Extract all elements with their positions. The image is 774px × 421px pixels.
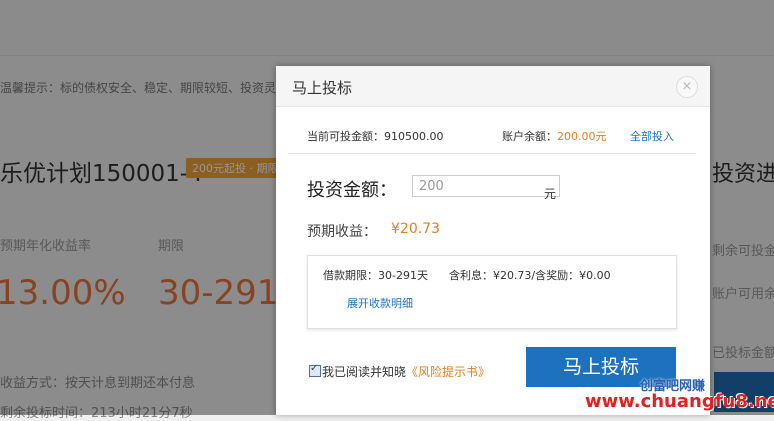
invest-all-link[interactable]: 全部投入 bbox=[630, 128, 674, 144]
dialog-title: 马上投标 bbox=[292, 79, 353, 97]
close-icon[interactable]: × bbox=[676, 76, 698, 98]
invest-dialog: 马上投标 × 当前可投金额：910500.00 账户余额：200.00元 全部投… bbox=[276, 66, 710, 415]
dialog-header: 马上投标 × bbox=[276, 66, 710, 107]
balance-label: 账户余额： bbox=[502, 130, 557, 143]
agree-checkbox[interactable] bbox=[309, 363, 321, 377]
available-value: 910500.00 bbox=[384, 130, 444, 143]
divider bbox=[288, 153, 696, 154]
risk-notice-link[interactable]: 《风险提示书》 bbox=[406, 365, 490, 379]
income-label: 预期收益： bbox=[307, 224, 377, 240]
available-amount: 当前可投金额：910500.00 bbox=[307, 128, 444, 144]
amount-input[interactable] bbox=[412, 175, 560, 197]
available-label: 当前可投金额： bbox=[307, 130, 384, 143]
income-value: ¥20.73 bbox=[391, 221, 440, 237]
amount-unit: 元 bbox=[544, 187, 557, 201]
account-balance: 账户余额：200.00元 bbox=[502, 128, 607, 144]
watermark-url: www.chuangfu8.net bbox=[585, 391, 774, 412]
balance-value: 200.00元 bbox=[557, 130, 607, 143]
agreement-row: 我已阅读并知晓《风险提示书》 bbox=[309, 363, 490, 380]
loan-detail-line: 借款期限：30-291天 含利息：¥20.73/含奖励：¥0.00 bbox=[323, 269, 611, 282]
amount-label: 投资金额： bbox=[307, 180, 397, 201]
expand-detail-link[interactable]: 展开收款明细 bbox=[347, 295, 413, 311]
agree-text: 我已阅读并知晓 bbox=[322, 365, 407, 379]
income-detail-box: 借款期限：30-291天 含利息：¥20.73/含奖励：¥0.00 展开收款明细 bbox=[307, 255, 677, 329]
